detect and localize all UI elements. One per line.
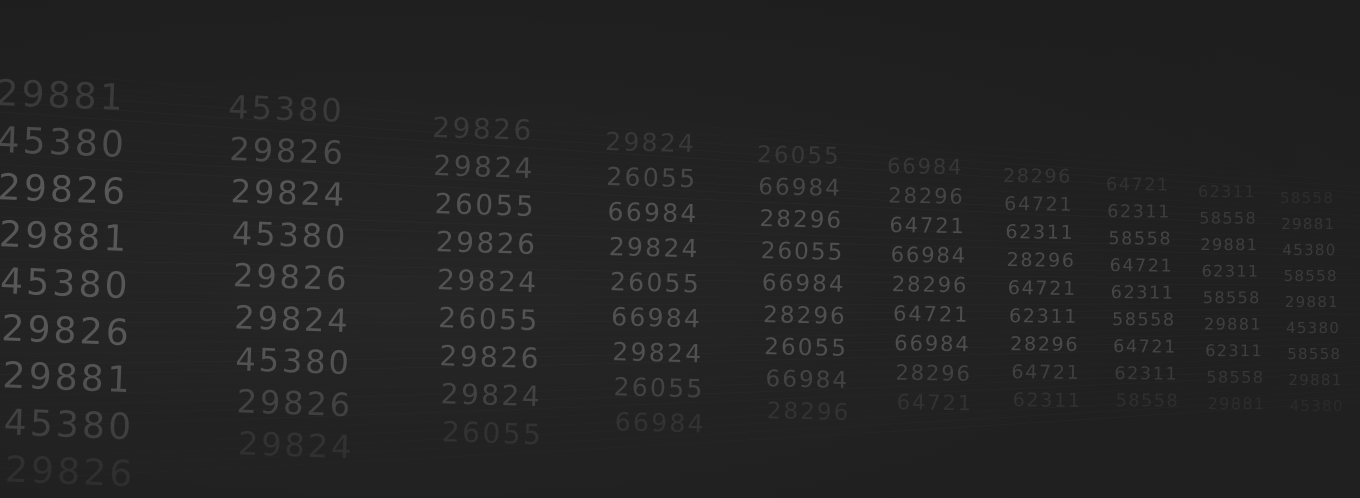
grid-number: 29824	[608, 232, 700, 263]
grid-number: 45380	[231, 214, 349, 256]
grid-number: 29881	[1208, 394, 1266, 413]
grid-number: 66984	[611, 302, 703, 333]
grid-number: 26055	[760, 238, 844, 266]
grid-number: 62311	[1202, 262, 1260, 281]
grid-number: 45380	[3, 402, 135, 448]
number-rows: 29881 45380 29826 29824 26055 66984 28296 64721…	[0, 73, 1344, 495]
grid-number: 45380	[1282, 241, 1336, 259]
grid-number: 26055	[606, 162, 698, 193]
grid-number: 26055	[757, 142, 841, 170]
grid-number: 29824	[440, 377, 543, 413]
grid-number: 58558	[1284, 267, 1338, 285]
grid-number: 28296	[766, 398, 850, 426]
grid-number: 29826	[0, 167, 129, 213]
grid-number: 62311	[1013, 389, 1082, 412]
grid-number: 62311	[1114, 364, 1178, 384]
grid-number: 29881	[1285, 293, 1339, 311]
grid-number: 29881	[1200, 235, 1258, 254]
grid-number: 28296	[1010, 333, 1079, 356]
grid-number: 58558	[1116, 391, 1180, 411]
grid-number: 26055	[438, 301, 541, 337]
grid-number: 29881	[1288, 371, 1342, 389]
grid-number: 29824	[433, 149, 536, 185]
grid-number: 64721	[1011, 361, 1080, 384]
grid-number: 29881	[0, 73, 127, 119]
grid-number: 29826	[233, 256, 351, 298]
grid-number: 26055	[610, 267, 702, 298]
grid-number: 45380	[228, 88, 346, 130]
grid-number: 62311	[1009, 305, 1078, 328]
grid-number: 28296	[759, 206, 843, 234]
grid-number: 45380	[1290, 397, 1344, 415]
number-grid-backdrop: 29881 45380 29826 29824 26055 66984 28296 64721…	[0, 0, 1360, 498]
grid-number: 28296	[892, 272, 969, 297]
grid-number: 62311	[1198, 182, 1256, 201]
grid-number: 62311	[1107, 202, 1171, 222]
grid-number: 29881	[2, 355, 134, 401]
grid-number: 62311	[1111, 283, 1175, 303]
grid-number: 28296	[888, 184, 965, 209]
grid-number: 58558	[1287, 345, 1341, 363]
grid-number: 66984	[891, 243, 968, 268]
grid-number: 29826	[229, 130, 347, 172]
grid-number: 28296	[1007, 249, 1076, 272]
grid-number: 29824	[437, 263, 540, 299]
grid-number: 62311	[1005, 221, 1074, 244]
grid-number: 66984	[894, 331, 971, 356]
grid-number: 64721	[889, 213, 966, 238]
grid-number: 29826	[1, 308, 133, 354]
grid-number: 58558	[1206, 368, 1264, 387]
grid-number: 58558	[1108, 229, 1172, 249]
grid-number: 26055	[434, 187, 537, 223]
grid-number: 58558	[1199, 209, 1257, 228]
grid-number: 29824	[234, 298, 352, 340]
grid-number: 26055	[613, 372, 705, 403]
grid-number: 29824	[230, 172, 348, 214]
grid-number: 66984	[765, 366, 849, 394]
grid-number: 29881	[1204, 315, 1262, 334]
grid-number: 29881	[1281, 215, 1335, 233]
grid-number: 64721	[1004, 193, 1073, 216]
grid-number: 29826	[432, 111, 535, 147]
grid-number: 64721	[1113, 337, 1177, 357]
grid-number: 29824	[237, 424, 355, 466]
grid-number: 29826	[236, 382, 354, 424]
grid-number: 26055	[441, 415, 544, 451]
grid-number: 58558	[1112, 310, 1176, 330]
grid-number: 28296	[1003, 165, 1072, 188]
grid-number: 45380	[0, 261, 131, 307]
grid-number: 64721	[1106, 175, 1170, 195]
grid-number: 29824	[612, 337, 704, 368]
grid-number: 66984	[758, 174, 842, 202]
perspective-number-grid: 29881 45380 29826 29824 26055 66984 28296 64721…	[0, 69, 1360, 495]
grid-number: 66984	[607, 197, 699, 228]
grid-number: 66984	[762, 270, 846, 298]
grid-number: 26055	[764, 334, 848, 362]
grid-number: 29824	[605, 127, 697, 158]
grid-number: 58558	[1203, 288, 1261, 307]
grid-number: 45380	[0, 120, 128, 166]
grid-number: 66984	[614, 407, 706, 438]
grid-number: 64721	[1110, 256, 1174, 276]
grid-number: 28296	[763, 302, 847, 330]
grid-number: 28296	[895, 361, 972, 386]
grid-number: 29826	[435, 225, 538, 261]
grid-number: 58558	[1280, 189, 1334, 207]
grid-number: 29826	[4, 449, 136, 495]
grid-number: 29826	[439, 339, 542, 375]
grid-number: 29881	[0, 214, 130, 260]
grid-number: 64721	[897, 390, 974, 415]
grid-number: 64721	[893, 302, 970, 327]
grid-number: 66984	[887, 154, 964, 179]
grid-number: 62311	[1205, 341, 1263, 360]
light-streak	[0, 69, 1360, 176]
grid-number: 45380	[235, 340, 353, 382]
grid-number: 45380	[1286, 319, 1340, 337]
grid-number: 64721	[1008, 277, 1077, 300]
